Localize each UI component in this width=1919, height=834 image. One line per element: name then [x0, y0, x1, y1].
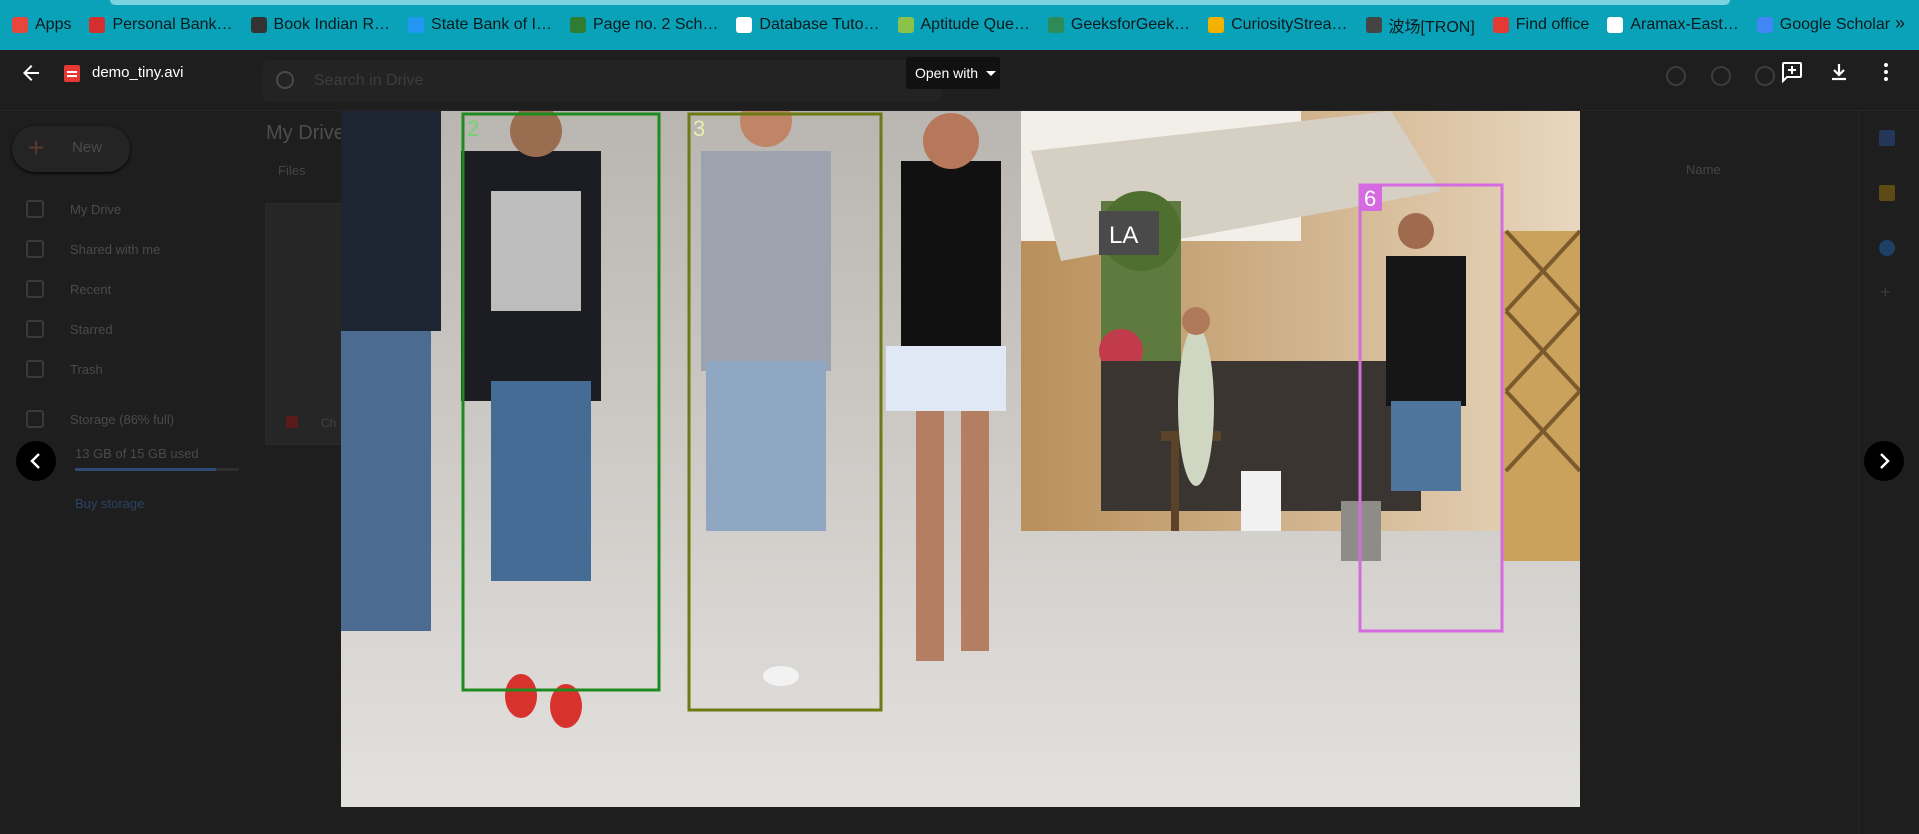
sidebar-item-label: Shared with me	[70, 241, 161, 257]
sidebar-item: Starred	[26, 320, 113, 338]
star-icon	[26, 320, 44, 338]
storage-item: Storage (86% full)	[26, 410, 174, 428]
bookmark-label: State Bank of I…	[431, 16, 552, 33]
trash-icon	[26, 360, 44, 378]
video-frame: LA 2 3 6	[341, 111, 1580, 807]
bookmark-label: Apps	[35, 16, 72, 33]
gfg-icon	[1047, 17, 1064, 33]
storage-label: Storage (86% full)	[70, 411, 175, 427]
sidebar-item: My Drive	[26, 200, 121, 218]
next-file-button[interactable]	[1864, 441, 1904, 481]
more-bookmarks-icon[interactable]: »	[1895, 13, 1905, 34]
storage-used-text: 13 GB of 15 GB used	[75, 446, 199, 461]
bookmarks-list: Apps Personal Bank… Book Indian R… State Ba…	[12, 13, 1908, 37]
bookmark-label: Find office	[1515, 16, 1590, 33]
bookmark-item[interactable]: CuriosityStrea…	[1208, 16, 1348, 34]
files-section-label: Files	[278, 163, 306, 178]
sidebar-item-label: Starred	[70, 321, 113, 337]
bookmark-item[interactable]: Database Tuto…	[736, 16, 880, 34]
storage-icon	[26, 410, 44, 428]
new-label: New	[72, 139, 103, 156]
drive-icon	[26, 200, 44, 218]
back-arrow-icon[interactable]	[18, 61, 44, 87]
sidebar-item: Trash	[26, 360, 103, 378]
bookmark-label: Aptitude Que…	[920, 16, 1030, 33]
sidebar-item-label: Recent	[70, 281, 112, 297]
keep-icon	[1879, 185, 1895, 201]
thumbnail-file-name: Ch	[321, 416, 337, 430]
bookmark-item[interactable]: Find office	[1492, 16, 1590, 34]
new-button: + New	[12, 126, 130, 172]
buy-storage-link: Buy storage	[75, 496, 145, 511]
video-file-icon	[286, 416, 298, 428]
bookmark-item[interactable]: Aptitude Que…	[897, 16, 1030, 34]
bookmark-label: Book Indian R…	[273, 16, 391, 33]
aramex-icon	[1607, 17, 1624, 33]
bookmark-item[interactable]: Book Indian R…	[250, 16, 391, 34]
scholar-icon	[1756, 17, 1773, 33]
tracking-label-3: 3	[693, 116, 705, 141]
tracking-label-2: 2	[467, 116, 479, 141]
add-addon-icon: +	[1880, 282, 1891, 302]
bookmarks-bar: Apps Personal Bank… Book Indian R… State Ba…	[0, 0, 1919, 50]
storage-progress-fill	[75, 468, 217, 471]
bookmark-label: Page no. 2 Sch…	[593, 16, 719, 33]
tron-icon	[1365, 17, 1382, 33]
previous-file-button[interactable]	[16, 441, 56, 481]
address-bar-edge	[110, 0, 1730, 5]
bank-icon	[89, 17, 106, 33]
open-with-label: Open with	[915, 65, 979, 81]
bookmark-label: CuriosityStrea…	[1231, 16, 1348, 33]
bookmark-label: Database Tuto…	[759, 16, 880, 33]
curiosity-icon	[1208, 17, 1225, 33]
viewer-header: demo_tiny.avi Open with	[0, 50, 1919, 96]
bookmark-item[interactable]: Google Scholar	[1756, 16, 1891, 34]
plus-icon: +	[28, 132, 45, 163]
chevron-right-icon	[1880, 453, 1890, 469]
store-sign-text: LA	[1109, 222, 1138, 249]
bookmark-item[interactable]: 波场[TRON]	[1365, 13, 1475, 37]
download-icon[interactable]	[1827, 60, 1853, 86]
bookmark-label: Personal Bank…	[112, 16, 233, 33]
bookmark-label: Google Scholar	[1779, 16, 1891, 33]
bookmark-item[interactable]: Page no. 2 Sch…	[570, 16, 718, 34]
aptitude-icon	[897, 17, 914, 33]
calendar-icon	[1879, 130, 1895, 146]
video-preview[interactable]: LA 2 3 6	[341, 111, 1580, 807]
sbi-icon	[408, 17, 425, 33]
page-icon	[570, 17, 586, 33]
sidebar-item-label: My Drive	[70, 201, 122, 217]
sidebar-item: Shared with me	[26, 240, 160, 258]
bookmark-label: GeeksforGeek…	[1070, 16, 1191, 33]
page-title: My Drive	[266, 122, 345, 144]
bookmark-label: 波场[TRON]	[1388, 19, 1475, 36]
more-options-icon[interactable]	[1874, 60, 1900, 86]
video-file-icon	[64, 65, 80, 82]
office-icon	[1492, 17, 1509, 33]
sidebar-item-label: Trash	[70, 361, 103, 377]
tracking-label-6: 6	[1364, 186, 1376, 211]
name-column-header: Name	[1686, 162, 1721, 177]
sidebar-item: Recent	[26, 280, 111, 298]
bookmark-item[interactable]: State Bank of I…	[408, 16, 552, 34]
dropdown-caret-icon	[986, 70, 997, 76]
storage-progress-bar	[75, 468, 239, 471]
chevron-left-icon	[30, 453, 40, 469]
bookmark-item[interactable]: GeeksforGeek…	[1047, 16, 1191, 34]
file-thumbnail: Ch	[265, 203, 347, 445]
tasks-icon	[1879, 240, 1895, 256]
bookmark-label: Aramax-East…	[1630, 16, 1739, 33]
bookmark-item[interactable]: Personal Bank…	[89, 16, 233, 34]
apps-grid-icon	[12, 17, 28, 33]
clock-icon	[26, 280, 44, 298]
file-name: demo_tiny.avi	[92, 64, 184, 81]
open-with-button[interactable]: Open with	[906, 57, 1000, 89]
database-icon	[736, 17, 753, 33]
irctc-icon	[250, 17, 267, 33]
bookmark-item[interactable]: Apps	[12, 16, 71, 34]
people-icon	[26, 240, 44, 258]
bookmark-item[interactable]: Aramax-East…	[1607, 16, 1739, 34]
add-comment-icon[interactable]	[1780, 60, 1806, 86]
